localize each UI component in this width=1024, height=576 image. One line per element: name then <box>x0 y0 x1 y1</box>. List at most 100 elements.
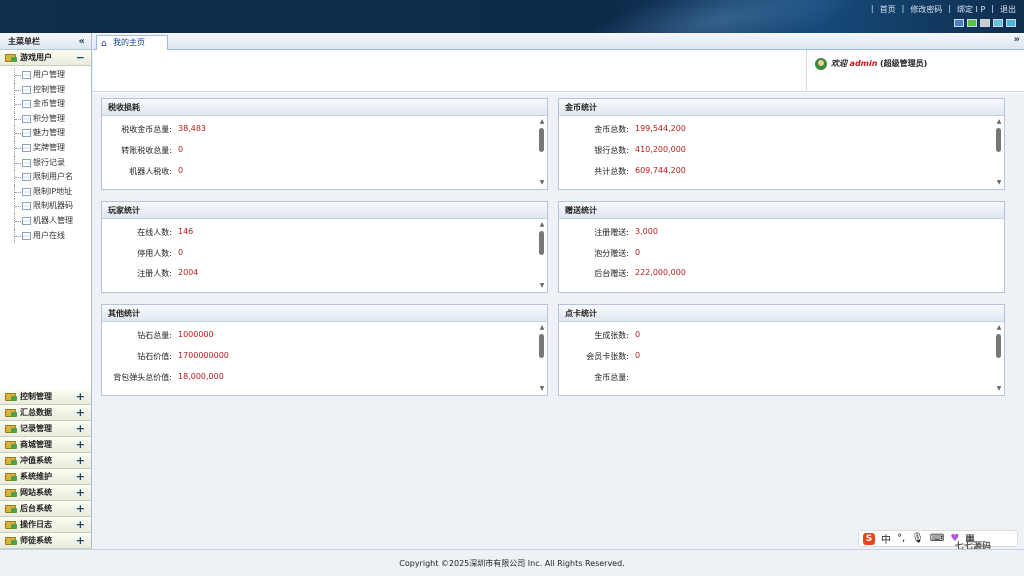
tab-home[interactable]: ⌂ 我的主页 <box>96 35 168 50</box>
stat-row: 注册人数: 2004 <box>102 268 522 280</box>
scroll-down-icon[interactable]: ▼ <box>538 385 546 393</box>
ime-mode-toggle[interactable]: 中 <box>881 531 891 546</box>
sidebar-item-restrict-username[interactable]: 限制用户名 <box>0 170 91 185</box>
stat-value: 410,200,000 <box>635 145 686 154</box>
scroll-down-icon[interactable]: ▼ <box>538 282 546 290</box>
stat-row: 税收金币总量: 38,483 <box>102 124 522 136</box>
stat-value: 0 <box>635 351 641 360</box>
sidebar-group-summary[interactable]: 汇总数据 + <box>0 405 91 421</box>
expand-group-icon[interactable]: + <box>76 421 85 437</box>
collapse-sidebar-icon[interactable]: « <box>79 33 85 50</box>
logout-link[interactable]: 退出 <box>1000 4 1016 15</box>
expand-group-icon[interactable]: + <box>76 533 85 549</box>
sidebar-item-charm-management[interactable]: 魅力管理 <box>0 126 91 141</box>
theme-swatch-blue[interactable] <box>954 19 964 27</box>
expand-group-icon[interactable]: + <box>76 453 85 469</box>
stat-value: 0 <box>178 248 184 257</box>
sidebar-item-restrict-machine-code[interactable]: 限制机器码 <box>0 199 91 214</box>
top-header: | 首页 | 修改密码 | 绑定 I P | 退出 <box>0 0 1024 33</box>
panel-scrollbar[interactable]: ▲ ▼ <box>995 324 1003 393</box>
panel-scrollbar[interactable]: ▲ ▼ <box>538 221 546 290</box>
sidebar-item-label: 限制IP地址 <box>33 186 73 196</box>
sidebar-group-backend[interactable]: 后台系统 + <box>0 501 91 517</box>
sidebar-item-robot-management[interactable]: 机器人管理 <box>0 213 91 229</box>
folder-icon <box>5 489 17 497</box>
scroll-up-icon[interactable]: ▲ <box>538 221 546 229</box>
scroll-thumb[interactable] <box>996 128 1001 152</box>
main-area: ⌂ 我的主页 » 欢迎 admin (超级管理员) 税收损耗 税收金币总量: 38… <box>93 33 1024 549</box>
panel-scrollbar[interactable]: ▲ ▼ <box>995 118 1003 187</box>
theme-swatch-gray[interactable] <box>980 19 990 27</box>
sidebar-group-mentorship[interactable]: 师徒系统 + <box>0 533 91 549</box>
scroll-thumb[interactable] <box>539 128 544 152</box>
sidebar-item-label: 积分管理 <box>33 113 65 123</box>
sidebar-group-maintenance[interactable]: 系统维护 + <box>0 469 91 485</box>
scroll-thumb[interactable] <box>539 231 544 255</box>
bind-ip-link[interactable]: 绑定 I P <box>957 4 985 15</box>
stat-value: 0 <box>178 166 184 175</box>
expand-group-icon[interactable]: + <box>76 469 85 485</box>
panel-body: 税收金币总量: 38,483 转账税收总量: 0 机器人税收: 0 <box>102 116 537 189</box>
table-icon <box>22 231 31 240</box>
scroll-up-icon[interactable]: ▲ <box>995 118 1003 126</box>
sidebar-item-bank-records[interactable]: 银行记录 <box>0 155 91 171</box>
sidebar-item-medal-management[interactable]: 奖牌管理 <box>0 140 91 156</box>
sidebar-group-mall[interactable]: 商城管理 + <box>0 437 91 453</box>
sidebar-group-records[interactable]: 记录管理 + <box>0 421 91 437</box>
theme-swatches <box>954 19 1016 27</box>
expand-group-icon[interactable]: + <box>76 501 85 517</box>
expand-group-icon[interactable]: + <box>76 437 85 453</box>
sidebar-item-label: 银行记录 <box>33 157 65 167</box>
keyboard-icon[interactable]: ⌨ <box>930 533 944 544</box>
scroll-up-icon[interactable]: ▲ <box>538 324 546 332</box>
sidebar-item-restrict-ip[interactable]: 限制IP地址 <box>0 184 91 200</box>
scroll-thumb[interactable] <box>539 334 544 358</box>
sidebar-item-control-management[interactable]: 控制管理 <box>0 82 91 98</box>
sidebar-group-control[interactable]: 控制管理 + <box>0 389 91 405</box>
expand-group-icon[interactable]: + <box>76 485 85 501</box>
expand-group-icon[interactable]: + <box>76 517 85 533</box>
scroll-down-icon[interactable]: ▼ <box>995 385 1003 393</box>
scroll-down-icon[interactable]: ▼ <box>995 179 1003 187</box>
tree-line <box>14 228 22 244</box>
scroll-up-icon[interactable]: ▲ <box>995 324 1003 332</box>
sidebar-item-gold-management[interactable]: 金币管理 <box>0 97 91 112</box>
panel-scrollbar[interactable]: ▲ ▼ <box>538 324 546 393</box>
theme-swatch-cyan[interactable] <box>1006 19 1016 27</box>
folder-icon <box>5 54 17 62</box>
change-password-link[interactable]: 修改密码 <box>910 4 942 15</box>
panel-other-stats: 其他统计 钻石总量: 1000000 钻石价值: 1700000000 背包弹头总价… <box>101 304 548 396</box>
sidebar-item-online-users[interactable]: 用户在线 <box>0 228 91 244</box>
tree-line <box>14 155 22 171</box>
sidebar-item-points-management[interactable]: 积分管理 <box>0 111 91 127</box>
scroll-down-icon[interactable]: ▼ <box>538 179 546 187</box>
stat-label: 金币总量: <box>594 373 629 382</box>
ime-logo-icon[interactable]: S <box>863 532 875 545</box>
stat-row: 停用人数: 0 <box>102 248 522 260</box>
punctuation-icon[interactable]: °, <box>897 533 905 544</box>
stat-row: 金币总数: 199,544,200 <box>559 124 979 136</box>
scroll-thumb[interactable] <box>996 334 1001 358</box>
stat-label: 转账税收总量: <box>121 146 172 155</box>
sidebar-group-label: 记录管理 <box>20 424 52 433</box>
sidebar-group-recharge[interactable]: 冲值系统 + <box>0 453 91 469</box>
panel-scrollbar[interactable]: ▲ ▼ <box>538 118 546 187</box>
sidebar-item-user-management[interactable]: 用户管理 <box>0 68 91 83</box>
tab-bar: ⌂ 我的主页 » <box>93 33 1024 50</box>
home-link[interactable]: 首页 <box>880 4 896 15</box>
expand-group-icon[interactable]: + <box>76 405 85 421</box>
sidebar-item-label: 魅力管理 <box>33 128 65 138</box>
expand-group-icon[interactable]: + <box>76 389 85 405</box>
sidebar-group-logs[interactable]: 操作日志 + <box>0 517 91 533</box>
collapse-group-icon[interactable]: − <box>76 50 85 66</box>
tab-scroll-icon[interactable]: » <box>1014 34 1020 45</box>
sidebar-group-game-users[interactable]: 游戏用户 − <box>0 50 91 66</box>
table-icon <box>22 129 31 138</box>
scroll-up-icon[interactable]: ▲ <box>538 118 546 126</box>
sidebar-group-website[interactable]: 网站系统 + <box>0 485 91 501</box>
panel-card-stats: 点卡统计 生成张数: 0 会员卡张数: 0 金币总量: ▲ ▼ <box>558 304 1005 396</box>
theme-swatch-green[interactable] <box>967 19 977 27</box>
theme-swatch-lightblue[interactable] <box>993 19 1003 27</box>
microphone-icon[interactable]: 🎙 <box>911 533 924 544</box>
stat-row: 会员卡张数: 0 <box>559 351 979 363</box>
